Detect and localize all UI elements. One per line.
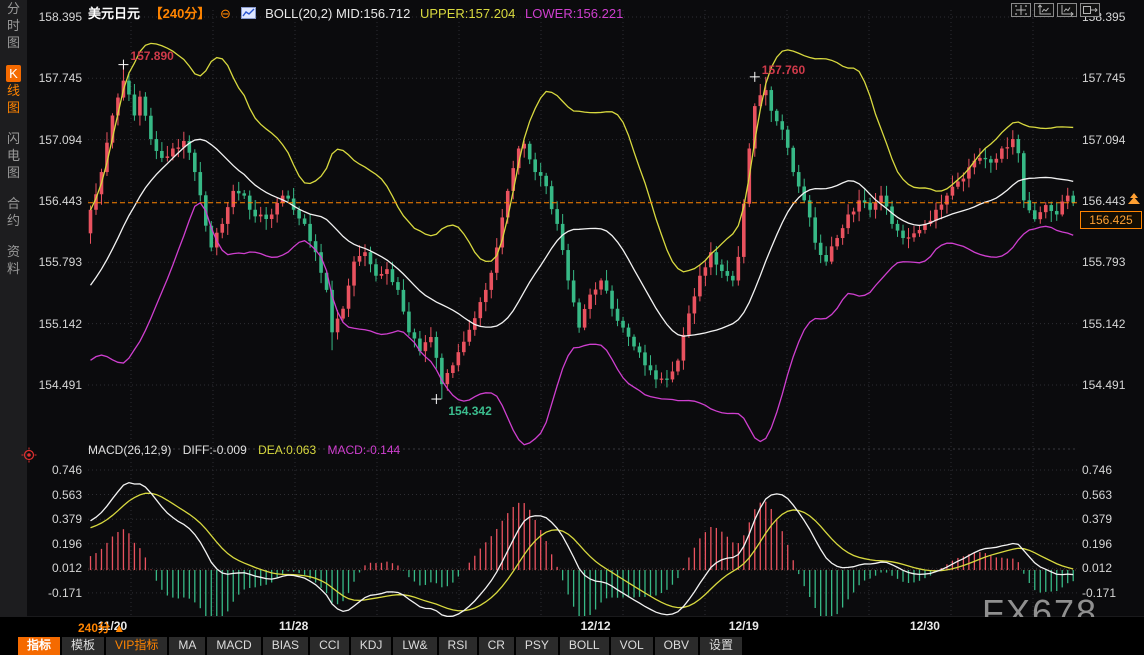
time-axis: 240分 ▲ 11/2011/2812/1212/1912/30	[0, 617, 1144, 637]
price-annotation: 157.760	[762, 63, 805, 77]
scale-y-axis-icon[interactable]	[1034, 3, 1054, 17]
current-price-box: 156.425	[1080, 211, 1142, 229]
symbol-title: 美元日元	[88, 6, 140, 21]
triangle-up-icon: ▲	[113, 621, 125, 635]
tab-设置[interactable]: 设置	[700, 637, 742, 655]
macd-diff-value: DIFF:-0.009	[183, 443, 247, 457]
price-annotation: 154.342	[448, 404, 491, 418]
tab-KDJ[interactable]: KDJ	[351, 637, 392, 655]
price-tick: 154.491	[1082, 378, 1144, 392]
macd-macd-value: MACD:-0.144	[327, 443, 400, 457]
chart-type-icon[interactable]	[241, 6, 256, 21]
price-tick: 157.745	[1082, 71, 1144, 85]
tab-VIP指标[interactable]: VIP指标	[106, 637, 167, 655]
tab-BOLL[interactable]: BOLL	[560, 637, 609, 655]
crosshair-tool-icon[interactable]	[1011, 3, 1031, 17]
macd-tick: 0.379	[1082, 512, 1144, 526]
chart-info-bar: 美元日元 【240分】 ⊖ BOLL(20,2) MID:156.712 UPP…	[88, 3, 629, 22]
sidebar-item-3[interactable]: 闪电图	[6, 130, 21, 181]
current-price-value: 156.425	[1089, 213, 1132, 227]
collapse-icon[interactable]: ⊖	[220, 6, 231, 21]
indicator-tab-bar: 指标模板VIP指标MAMACDBIASCCIKDJLW&RSICRPSYBOLL…	[0, 637, 1144, 655]
macd-tick: 0.563	[1082, 488, 1144, 502]
sidebar-item-2[interactable]: K线图	[6, 65, 21, 116]
tab-OBV[interactable]: OBV	[655, 637, 698, 655]
tab-MA[interactable]: MA	[169, 637, 205, 655]
boll-upper-legend: UPPER:157.204	[420, 6, 515, 21]
scale-x-axis-icon[interactable]	[1057, 3, 1077, 17]
macd-tick: 0.196	[1082, 537, 1144, 551]
app-window: 分时图 K线图闪电图合约资料 美元日元 【240分】 ⊖ BOLL(20,2) M…	[0, 0, 1144, 655]
chart-canvas[interactable]	[0, 0, 1144, 655]
boll-legend: BOLL(20,2) MID:156.712	[265, 6, 410, 21]
interval-tag[interactable]: 【240分】	[150, 6, 211, 21]
price-annotation: 157.890	[130, 49, 173, 63]
boll-lower-legend: LOWER:156.221	[525, 6, 623, 21]
tab-MACD[interactable]: MACD	[207, 637, 260, 655]
tab-BIAS[interactable]: BIAS	[263, 637, 308, 655]
price-tick: 156.443	[1082, 194, 1144, 208]
tab-指标[interactable]: 指标	[18, 637, 60, 655]
macd-dea-value: DEA:0.063	[258, 443, 316, 457]
date-label: 11/28	[279, 619, 308, 633]
tab-CR[interactable]: CR	[479, 637, 514, 655]
macd-tick: 0.012	[1082, 561, 1144, 575]
chart-toolbar	[1011, 3, 1100, 17]
period-selector[interactable]: 240分 ▲	[78, 619, 125, 636]
tab-PSY[interactable]: PSY	[516, 637, 558, 655]
price-tick: 155.793	[1082, 255, 1144, 269]
tab-CCI[interactable]: CCI	[310, 637, 349, 655]
tab-LW&[interactable]: LW&	[393, 637, 436, 655]
macd-info-bar: MACD(26,12,9) DIFF:-0.009 DEA:0.063 MACD…	[88, 443, 408, 457]
date-label: 12/19	[729, 619, 759, 633]
pan-right-icon[interactable]	[1080, 3, 1100, 17]
sidebar-item-5[interactable]: 资料	[6, 243, 21, 277]
date-label: 12/12	[581, 619, 611, 633]
sidebar-item-1[interactable]: 分时图	[6, 0, 21, 51]
sidebar-item-4[interactable]: 合约	[6, 195, 21, 229]
macd-tick: 0.746	[1082, 463, 1144, 477]
price-tick: 155.142	[1082, 317, 1144, 331]
redacted-region	[349, 617, 517, 636]
sidebar: 分时图 K线图闪电图合约资料	[0, 0, 27, 618]
date-label: 12/30	[910, 619, 940, 633]
price-tick: 157.094	[1082, 133, 1144, 147]
alert-dot-icon[interactable]	[21, 447, 37, 468]
macd-legend: MACD(26,12,9)	[88, 443, 171, 457]
tab-VOL[interactable]: VOL	[611, 637, 653, 655]
tab-模板[interactable]: 模板	[62, 637, 104, 655]
tab-RSI[interactable]: RSI	[439, 637, 477, 655]
